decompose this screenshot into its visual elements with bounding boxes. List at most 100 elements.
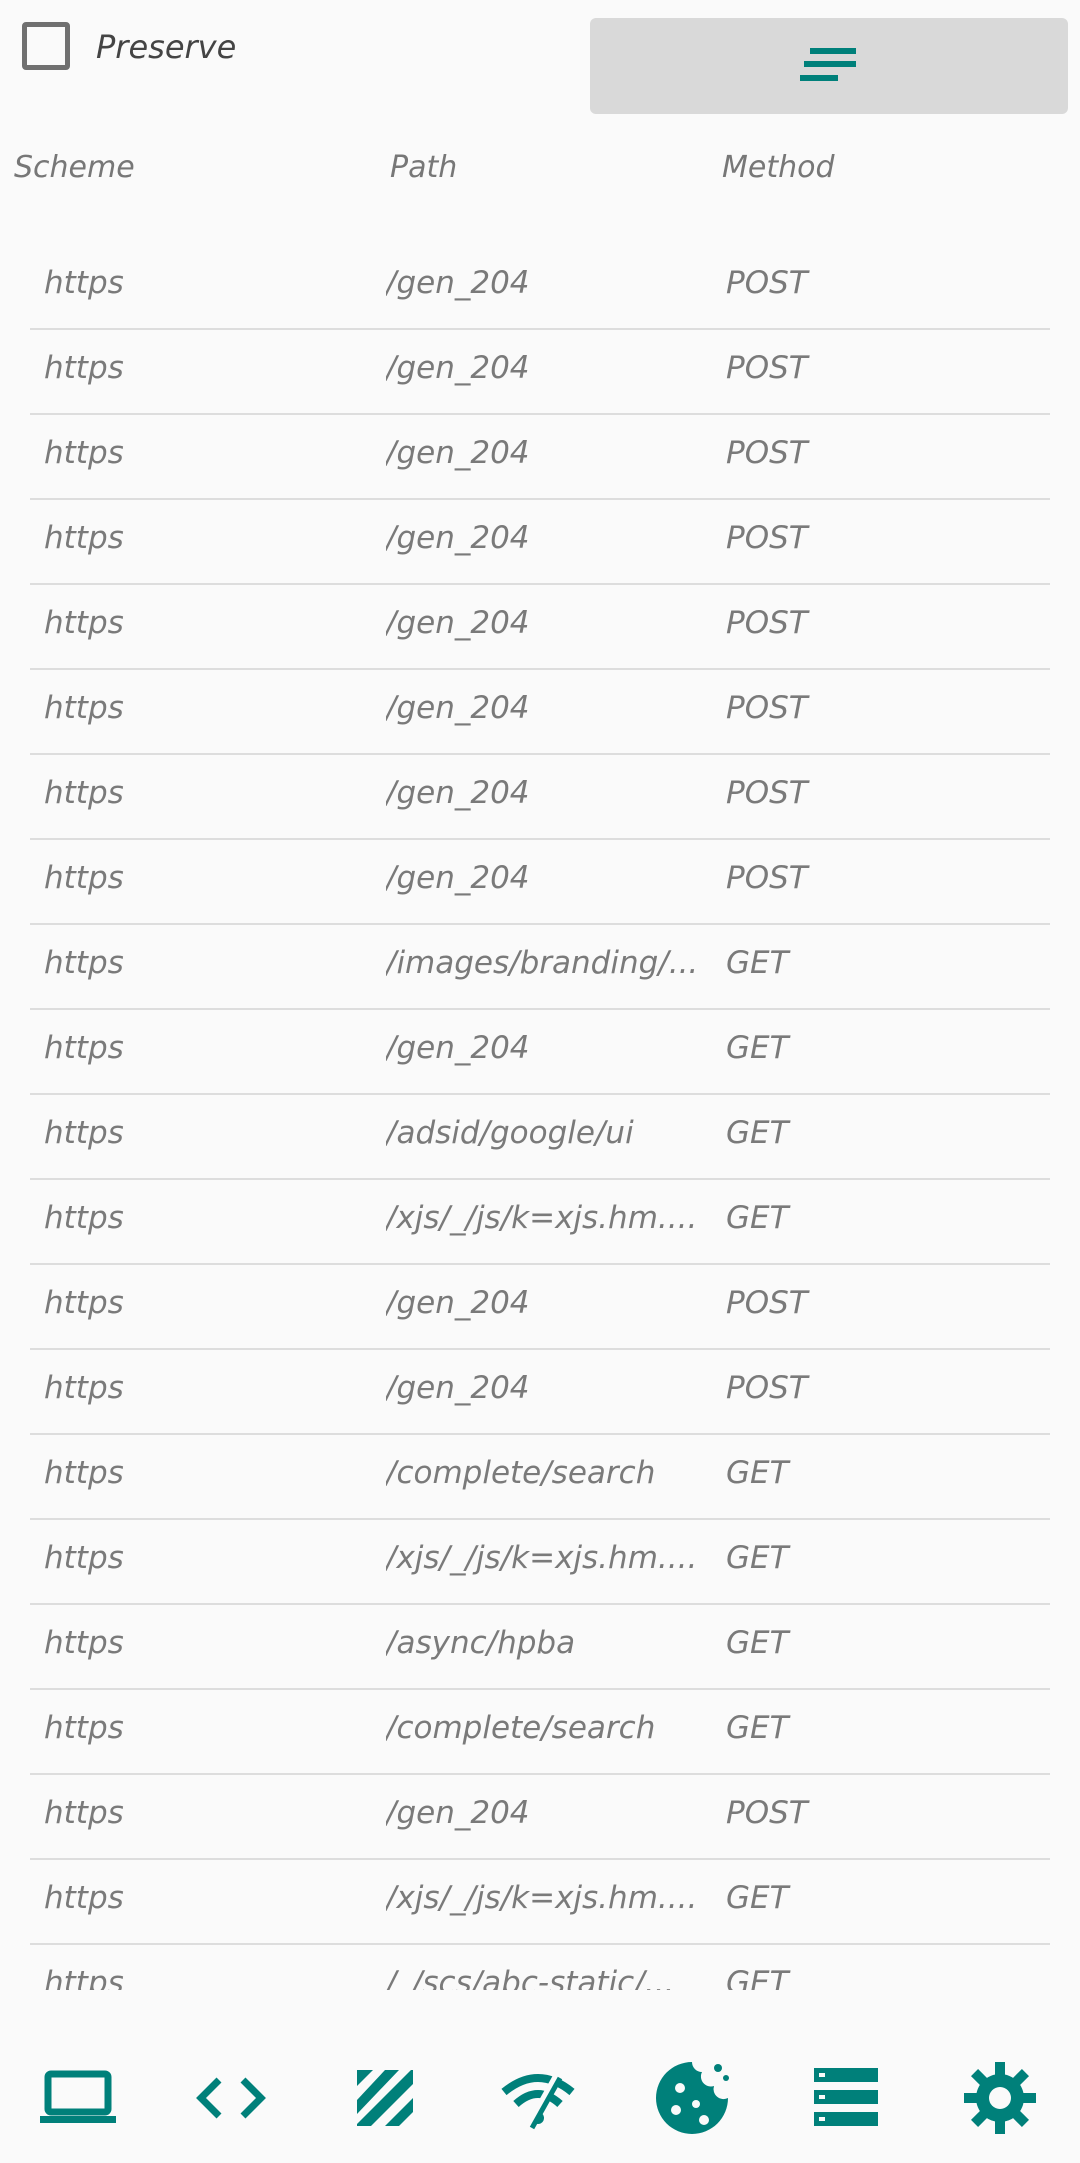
cookie-icon[interactable]: [652, 2058, 732, 2138]
row-path: /images/branding/...: [386, 945, 699, 981]
table-row[interactable]: https/complete/search GET: [30, 1690, 1050, 1775]
row-method: POST: [726, 860, 808, 896]
table-row[interactable]: https/gen_204 POST: [30, 330, 1050, 415]
row-method: GET: [726, 1115, 789, 1151]
row-scheme: https: [44, 1710, 124, 1746]
column-header-method[interactable]: Method: [722, 150, 835, 185]
row-path: /gen_204: [386, 605, 530, 641]
diagonal-stripes-icon[interactable]: [345, 2058, 425, 2138]
row-path: /gen_204: [386, 1795, 530, 1831]
row-method: GET: [726, 1540, 789, 1576]
row-path: /_/scs/abc-static/...: [386, 1965, 675, 1990]
row-scheme: https: [44, 945, 124, 981]
row-scheme: https: [44, 435, 124, 471]
table-row[interactable]: https/gen_204 POST: [30, 1265, 1050, 1350]
top-toolbar: Preserve: [0, 0, 1080, 120]
row-scheme: https: [44, 1880, 124, 1916]
row-method: GET: [726, 1710, 789, 1746]
row-scheme: https: [44, 1285, 124, 1321]
row-method: POST: [726, 1795, 808, 1831]
preserve-checkbox[interactable]: [22, 22, 70, 70]
table-row[interactable]: https/gen_204 POST: [30, 755, 1050, 840]
storage-list-icon[interactable]: [806, 2058, 886, 2138]
table-row[interactable]: https/gen_204 POST: [30, 585, 1050, 670]
row-path: /complete/search: [386, 1710, 656, 1746]
row-method: GET: [726, 1625, 789, 1661]
table-row[interactable]: https/gen_204 POST: [30, 1775, 1050, 1860]
row-scheme: https: [44, 605, 124, 641]
row-method: GET: [726, 1030, 789, 1066]
table-row[interactable]: https/gen_204 GET: [30, 1010, 1050, 1095]
row-scheme: https: [44, 1455, 124, 1491]
table-row[interactable]: https/images/branding/... GET: [30, 925, 1050, 1010]
wifi-off-icon[interactable]: [498, 2058, 578, 2138]
table-row[interactable]: https/gen_204 POST: [30, 1350, 1050, 1435]
row-method: GET: [726, 1880, 789, 1916]
row-path: /xjs/_/js/k=xjs.hm....: [386, 1880, 698, 1916]
row-method: GET: [726, 945, 789, 981]
column-header-scheme[interactable]: Scheme: [14, 150, 135, 185]
row-scheme: https: [44, 1965, 124, 1990]
row-path: /gen_204: [386, 860, 530, 896]
table-row[interactable]: https/adsid/google/ui GET: [30, 1095, 1050, 1180]
row-method: POST: [726, 350, 808, 386]
row-method: POST: [726, 265, 808, 301]
row-scheme: https: [44, 1370, 124, 1406]
row-scheme: https: [44, 265, 124, 301]
table-row[interactable]: https/xjs/_/js/k=xjs.hm.... GET: [30, 1860, 1050, 1945]
row-scheme: https: [44, 1030, 124, 1066]
row-scheme: https: [44, 520, 124, 556]
table-row[interactable]: https /_/scs/abc-static/... GET: [30, 1945, 1050, 1990]
row-path: /xjs/_/js/k=xjs.hm....: [386, 1200, 698, 1236]
request-list[interactable]: https/gen_204 POST https/gen_204 POST https /…: [0, 245, 1080, 1990]
row-path: /complete/search: [386, 1455, 656, 1491]
sort-lines-icon: [800, 48, 860, 84]
row-path: /async/hpba: [386, 1625, 576, 1661]
table-row[interactable]: https/gen_204 POST: [30, 840, 1050, 925]
row-path: /gen_204: [386, 775, 530, 811]
row-method: GET: [726, 1200, 789, 1236]
row-method: GET: [726, 1455, 789, 1491]
bottom-navigation: [0, 2020, 1080, 2163]
table-row[interactable]: https/gen_204 POST: [30, 500, 1050, 585]
table-row[interactable]: https/xjs/_/js/k=xjs.hm.... GET: [30, 1180, 1050, 1265]
table-row[interactable]: https/gen_204 POST: [30, 670, 1050, 755]
table-row[interactable]: https/complete/search GET: [30, 1435, 1050, 1520]
row-scheme: https: [44, 775, 124, 811]
column-header-path[interactable]: Path: [390, 150, 457, 185]
row-method: POST: [726, 605, 808, 641]
row-scheme: https: [44, 860, 124, 896]
row-method: POST: [726, 690, 808, 726]
row-method: POST: [726, 775, 808, 811]
row-path: /adsid/google/ui: [386, 1115, 634, 1151]
row-method: GET: [726, 1965, 789, 1990]
table-header: Scheme Path Method: [0, 150, 1080, 200]
row-scheme: https: [44, 1200, 124, 1236]
row-path: /gen_204: [386, 1285, 530, 1321]
code-brackets-icon[interactable]: [191, 2058, 271, 2138]
row-path: /gen_204: [386, 350, 530, 386]
row-scheme: https: [44, 1115, 124, 1151]
laptop-icon[interactable]: [38, 2058, 118, 2138]
table-row[interactable]: https/async/hpba GET: [30, 1605, 1050, 1690]
table-row[interactable]: https/gen_204 POST: [30, 415, 1050, 500]
row-method: POST: [726, 435, 808, 471]
row-method: POST: [726, 520, 808, 556]
row-scheme: https: [44, 690, 124, 726]
gear-icon[interactable]: [960, 2058, 1040, 2138]
preserve-label: Preserve: [96, 28, 237, 66]
row-path: /gen_204: [386, 265, 530, 301]
row-method: POST: [726, 1370, 808, 1406]
row-scheme: https: [44, 1540, 124, 1576]
table-row[interactable]: https/xjs/_/js/k=xjs.hm.... GET: [30, 1520, 1050, 1605]
row-path: /gen_204: [386, 520, 530, 556]
row-scheme: https: [44, 350, 124, 386]
row-path: /gen_204: [386, 1030, 530, 1066]
table-row[interactable]: https/gen_204 POST: [30, 245, 1050, 330]
row-scheme: https: [44, 1625, 124, 1661]
row-path: /xjs/_/js/k=xjs.hm....: [386, 1540, 698, 1576]
row-path: /gen_204: [386, 690, 530, 726]
row-path: /gen_204: [386, 1370, 530, 1406]
row-scheme: https: [44, 1795, 124, 1831]
row-path: /gen_204: [386, 435, 530, 471]
